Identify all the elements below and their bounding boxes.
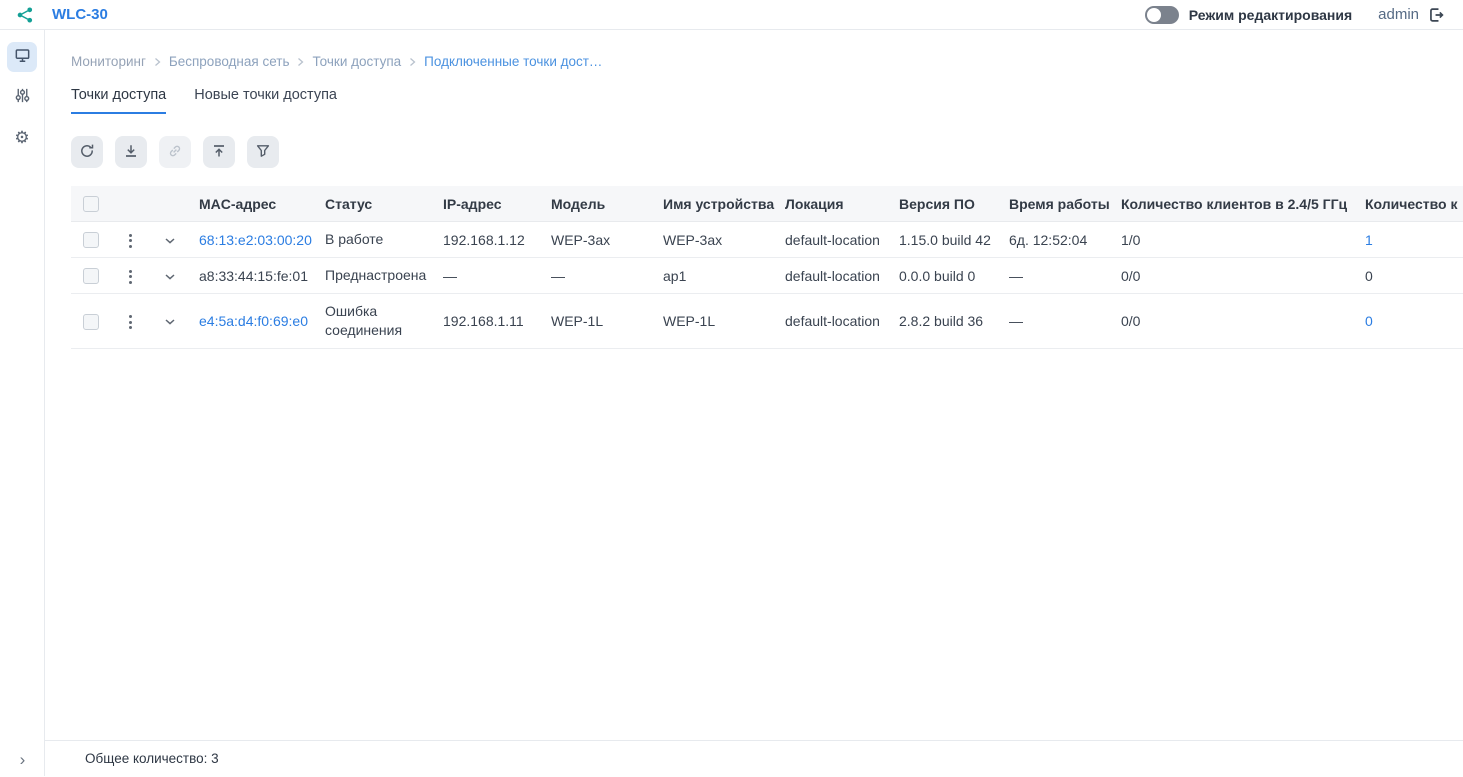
mac-link[interactable]: e4:5a:d4:f0:69:e0 xyxy=(199,313,308,329)
chevron-right-icon xyxy=(297,57,304,67)
filter-button[interactable] xyxy=(247,136,279,168)
version-cell: 2.8.2 build 36 xyxy=(891,294,1001,349)
sidebar-item-administration[interactable]: ⚙ xyxy=(7,122,37,152)
logout-icon[interactable] xyxy=(1427,6,1445,24)
download-icon xyxy=(123,143,139,162)
app-logo-icon[interactable] xyxy=(16,6,34,24)
row-menu-icon[interactable] xyxy=(129,234,132,248)
device-name-cell: WEP-1L xyxy=(655,294,777,349)
row-expand-icon[interactable] xyxy=(164,237,176,245)
user-name: admin xyxy=(1378,6,1419,23)
breadcrumb: Мониторинг Беспроводная сеть Точки досту… xyxy=(45,30,1463,69)
toolbar xyxy=(45,136,1463,168)
clients-total-link[interactable]: 1 xyxy=(1365,232,1373,248)
breadcrumb-item-connected-aps: Подключенные точки дост… xyxy=(424,54,602,69)
table-footer: Общее количество: 3 xyxy=(45,740,1463,776)
col-ip[interactable]: IP-адрес xyxy=(435,186,543,222)
row-checkbox[interactable] xyxy=(83,268,99,284)
total-count: Общее количество: 3 xyxy=(85,751,219,766)
chevron-right-icon xyxy=(409,57,416,67)
top-bar-right: Режим редактирования admin xyxy=(1145,6,1445,24)
col-version[interactable]: Версия ПО xyxy=(891,186,1001,222)
sidebar-item-monitoring[interactable] xyxy=(7,42,37,72)
ip-cell: 192.168.1.11 xyxy=(435,294,543,349)
breadcrumb-item-wireless[interactable]: Беспроводная сеть xyxy=(169,54,290,69)
col-model[interactable]: Модель xyxy=(543,186,655,222)
status-cell: Преднастроена xyxy=(317,258,435,294)
table-row[interactable]: 68:13:e2:03:00:20 В работе 192.168.1.12 … xyxy=(71,222,1463,258)
clients-total-link[interactable]: 0 xyxy=(1365,313,1373,329)
monitor-icon xyxy=(14,47,31,67)
clients-cell: 0/0 xyxy=(1113,294,1357,349)
select-all-checkbox[interactable] xyxy=(83,196,99,212)
gear-icon: ⚙ xyxy=(14,129,29,146)
col-clients[interactable]: Количество клиентов в 2.4/5 ГГц xyxy=(1113,186,1357,222)
location-cell: default-location xyxy=(777,258,891,294)
sidebar-item-settings[interactable] xyxy=(7,82,37,112)
mac-cell: a8:33:44:15:fe:01 xyxy=(191,258,317,294)
refresh-button[interactable] xyxy=(71,136,103,168)
row-checkbox[interactable] xyxy=(83,232,99,248)
col-location[interactable]: Локация xyxy=(777,186,891,222)
table-header-row: MAC-адрес Статус IP-адрес Модель Имя уст… xyxy=(71,186,1463,222)
clients-cell: 1/0 xyxy=(1113,222,1357,258)
top-bar: WLC-30 Режим редактирования admin xyxy=(0,0,1463,30)
status-cell: В работе xyxy=(317,222,435,258)
app-title: WLC-30 xyxy=(52,6,108,23)
tab-new-access-points[interactable]: Новые точки доступа xyxy=(194,87,337,114)
col-mac[interactable]: MAC-адрес xyxy=(191,186,317,222)
table-row[interactable]: a8:33:44:15:fe:01 Преднастроена — — ap1 … xyxy=(71,258,1463,294)
col-uptime[interactable]: Время работы xyxy=(1001,186,1113,222)
model-cell: WEP-3ax xyxy=(543,222,655,258)
col-device-name[interactable]: Имя устройства xyxy=(655,186,777,222)
mac-link[interactable]: 68:13:e2:03:00:20 xyxy=(199,232,312,248)
download-button[interactable] xyxy=(115,136,147,168)
toggle-knob xyxy=(1147,8,1161,22)
row-menu-icon[interactable] xyxy=(129,315,132,329)
tabs: Точки доступа Новые точки доступа xyxy=(45,87,1463,114)
ip-cell: 192.168.1.12 xyxy=(435,222,543,258)
table-row[interactable]: e4:5a:d4:f0:69:e0 Ошибка соединения 192.… xyxy=(71,294,1463,349)
version-cell: 0.0.0 build 0 xyxy=(891,258,1001,294)
row-expand-icon[interactable] xyxy=(164,318,176,326)
sliders-icon xyxy=(14,87,31,107)
link-off-button[interactable] xyxy=(159,136,191,168)
link-off-icon xyxy=(167,143,183,162)
edit-mode-label: Режим редактирования xyxy=(1189,7,1352,23)
refresh-icon xyxy=(79,143,95,162)
clients-total-cell: 0 xyxy=(1357,258,1463,294)
access-points-table: MAC-адрес Статус IP-адрес Модель Имя уст… xyxy=(71,186,1463,349)
device-name-cell: WEP-3ax xyxy=(655,222,777,258)
tab-access-points[interactable]: Точки доступа xyxy=(71,87,166,114)
breadcrumb-item-monitoring[interactable]: Мониторинг xyxy=(71,54,146,69)
sidebar-expand-button[interactable]: › xyxy=(0,750,45,770)
location-cell: default-location xyxy=(777,294,891,349)
uptime-cell: 6д. 12:52:04 xyxy=(1001,222,1113,258)
ip-cell: — xyxy=(435,258,543,294)
content: Мониторинг Беспроводная сеть Точки досту… xyxy=(45,30,1463,776)
table-area: MAC-адрес Статус IP-адрес Модель Имя уст… xyxy=(45,186,1463,740)
upload-button[interactable] xyxy=(203,136,235,168)
col-status[interactable]: Статус xyxy=(317,186,435,222)
edit-mode-toggle[interactable] xyxy=(1145,6,1179,24)
row-expand-icon[interactable] xyxy=(164,273,176,281)
main-wrap: ⚙ › Мониторинг Беспроводная сеть Точки д… xyxy=(0,30,1463,776)
row-checkbox[interactable] xyxy=(83,314,99,330)
chevron-right-icon xyxy=(154,57,161,67)
sidebar: ⚙ › xyxy=(0,30,45,776)
filter-icon xyxy=(255,143,271,162)
row-menu-icon[interactable] xyxy=(129,270,132,284)
device-name-cell: ap1 xyxy=(655,258,777,294)
breadcrumb-item-access-points[interactable]: Точки доступа xyxy=(312,54,401,69)
model-cell: WEP-1L xyxy=(543,294,655,349)
version-cell: 1.15.0 build 42 xyxy=(891,222,1001,258)
clients-cell: 0/0 xyxy=(1113,258,1357,294)
upload-icon xyxy=(211,143,227,162)
col-clients-total[interactable]: Количество к xyxy=(1357,186,1463,222)
model-cell: — xyxy=(543,258,655,294)
uptime-cell: — xyxy=(1001,294,1113,349)
location-cell: default-location xyxy=(777,222,891,258)
uptime-cell: — xyxy=(1001,258,1113,294)
status-cell: Ошибка соединения xyxy=(317,294,435,349)
